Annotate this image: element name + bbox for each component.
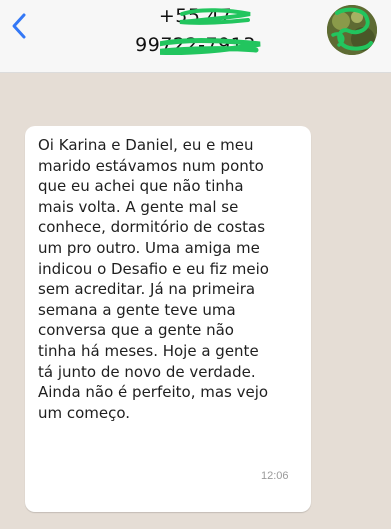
chat-area[interactable]: Oi Karina e Daniel, eu e meu marido está… <box>0 73 391 529</box>
message-line: sem acreditar. Já na primeira <box>38 280 256 299</box>
message-line: um começo. <box>38 403 131 422</box>
message-line: Oi Karina e Daniel, eu e meu <box>38 136 254 154</box>
message-line: que eu achei que não tinha <box>38 177 244 196</box>
message-line: tinha há meses. Hoje a gente <box>38 341 259 360</box>
message-line: marido estávamos num ponto <box>38 156 264 175</box>
message-line: indicou o Desafio e eu fiz meio <box>38 259 269 278</box>
message-line: Ainda não é perfeito, mas vejo <box>38 383 269 402</box>
message-line: conversa que a gente não <box>38 321 234 340</box>
message-line: tá junto de novo de verdade. <box>38 362 256 381</box>
chat-header: +55 47 99722-7913 <box>0 0 391 73</box>
avatar-image <box>327 5 377 55</box>
message-timestamp: 12:06 <box>261 470 289 482</box>
message-text: Oi Karina e Daniel, eu e meu marido está… <box>38 135 308 423</box>
message-line: um pro outro. Uma amiga me <box>38 238 260 257</box>
message-line: semana a gente teve uma <box>38 300 236 319</box>
contact-avatar[interactable] <box>327 5 377 55</box>
message-line: mais volta. A gente mal se <box>38 197 239 216</box>
message-line: conhece, dormitório de costas <box>38 218 266 237</box>
incoming-message-bubble[interactable]: Oi Karina e Daniel, eu e meu marido está… <box>25 126 311 512</box>
